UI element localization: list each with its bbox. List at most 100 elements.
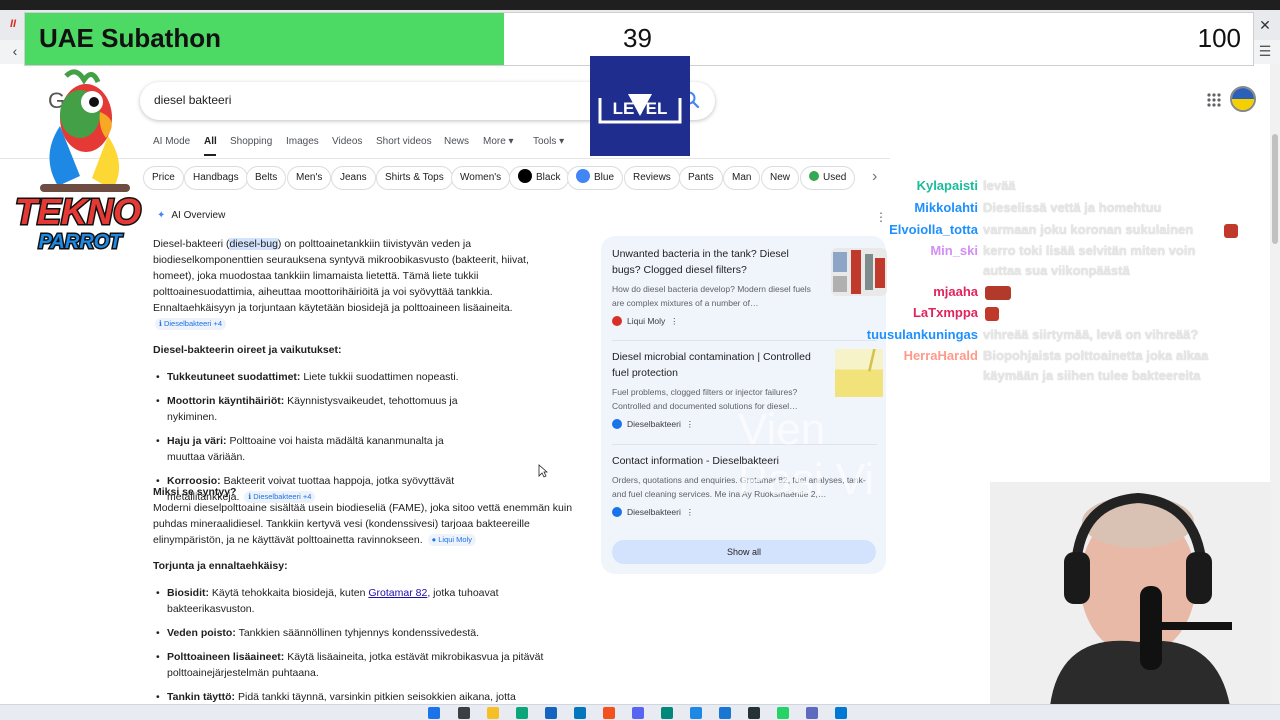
chat-username: Mikkolahti	[914, 200, 978, 215]
task-view-icon[interactable]	[458, 707, 470, 719]
section-heading-why: Miksi se syntyy?	[153, 486, 237, 498]
chat-message: Elvoiolla_totta varmaan joku koronan suk…	[0, 222, 1260, 242]
avatar-flag-blue	[1232, 88, 1254, 99]
list-item: Biosidit: Käytä tehokkaita biosidejä, ku…	[154, 585, 564, 617]
account-avatar[interactable]	[1230, 86, 1256, 112]
mouse-cursor-icon	[538, 464, 548, 478]
screen: II ‹ ✕ ☰ G diesel bakteeri AI Mode All S…	[0, 0, 1280, 720]
search-input[interactable]: diesel bakteeri	[154, 93, 231, 107]
prevention-list: Biosidit: Käytä tehokkaita biosidejä, ku…	[154, 585, 564, 705]
watermark-line: Pasi Vi	[738, 455, 875, 504]
subathon-goal: 100	[1197, 23, 1241, 53]
chat-message: Kylapaisti levää	[0, 178, 1260, 198]
list-item: Veden poisto: Tankkien säännöllinen tyhj…	[154, 625, 564, 641]
webcam-overlay	[990, 482, 1280, 706]
item-term: Polttoaineen lisäaineet:	[167, 651, 285, 663]
discord-icon[interactable]	[632, 707, 644, 719]
tab-all[interactable]: All	[204, 136, 217, 147]
avatar-flag-yellow	[1232, 99, 1254, 110]
close-button[interactable]: ✕	[1256, 16, 1274, 34]
more-vert-icon[interactable]: ⋮	[686, 507, 695, 517]
site-favicon-icon	[612, 418, 622, 429]
watermark-line: Vien	[738, 405, 826, 454]
store-icon[interactable]	[545, 707, 557, 719]
chat-text: levää	[983, 178, 1016, 193]
chat-text: kerro toki lisää selvitän miten voin	[983, 243, 1196, 258]
browser-menu-button[interactable]: ☰	[1256, 42, 1274, 60]
app-icon[interactable]	[574, 707, 586, 719]
chat-message: HerraHarald Biopohjaista polttoainetta j…	[0, 348, 1260, 368]
item-term: Biosidit:	[167, 587, 209, 599]
app-icon[interactable]	[690, 707, 702, 719]
file-explorer-icon[interactable]	[487, 707, 499, 719]
emote-icon	[1224, 224, 1238, 238]
level-logo-text: LEVEL	[613, 99, 668, 118]
emote-icon	[985, 286, 1011, 300]
tab-more[interactable]: More ▾	[483, 136, 514, 147]
obs-icon[interactable]	[748, 707, 760, 719]
chat-text: vihreää siirtymää, levä on vihreää?	[983, 327, 1199, 342]
chat-message: Min_ski kerro toki lisää selvitän miten …	[0, 243, 1260, 263]
tab-favicon[interactable]: II	[10, 18, 16, 30]
chat-message: käymään ja siihen tulee bakteereita	[0, 368, 1260, 388]
chat-text: auttaa sua viikonpäästä	[983, 263, 1130, 278]
chat-username: tuusulankuningas	[866, 327, 978, 342]
level-logo: LEVEL	[590, 56, 690, 156]
tab-videos[interactable]: Videos	[332, 136, 362, 147]
site-name: Dieselbakteeri	[627, 419, 681, 429]
chat-text: Biopohjaista polttoainetta joka alkaa	[983, 348, 1209, 363]
chat-message: LaTxmppa	[0, 305, 1260, 325]
windows-start-icon[interactable]	[428, 707, 440, 719]
source-site[interactable]: Dieselbakteeri ⋮	[612, 418, 695, 430]
apps-grid-icon[interactable]	[1206, 92, 1222, 108]
chat-username: mjaaha	[933, 284, 978, 299]
show-all-button[interactable]: Show all	[612, 540, 876, 564]
site-name: Dieselbakteeri	[627, 507, 681, 517]
vscode-icon[interactable]	[835, 707, 847, 719]
page-scrollbar[interactable]	[1270, 64, 1280, 704]
grotamar-link[interactable]: Grotamar 82	[368, 587, 427, 599]
back-button[interactable]: ‹	[6, 42, 24, 60]
chat-message: mjaaha	[0, 284, 1260, 304]
emote-icon	[985, 307, 999, 321]
item-text: Käytä tehokkaita biosidejä, kuten	[209, 587, 369, 599]
list-item: Polttoaineen lisäaineet: Käytä lisäainei…	[154, 649, 564, 681]
brave-browser-icon[interactable]	[603, 707, 615, 719]
item-term: Haju ja väri:	[167, 435, 227, 447]
chat-text: Dieselissä vettä ja homehtuu	[983, 200, 1162, 215]
item-term: Moottorin käyntihäiriöt:	[167, 395, 285, 407]
item-term: Veden poisto:	[167, 627, 236, 639]
chat-text: varmaan joku koronan sukulainen	[983, 222, 1194, 237]
section-heading-prevention: Torjunta ja ennaltaehkäisy:	[153, 560, 288, 572]
active-tab-indicator	[204, 154, 216, 156]
site-favicon-icon	[612, 506, 622, 517]
more-vert-icon[interactable]: ⋮	[686, 419, 695, 429]
item-text: Tankkien säännöllinen tyhjennys kondenss…	[235, 627, 480, 639]
source-site[interactable]: Dieselbakteeri ⋮	[612, 506, 695, 518]
whatsapp-icon[interactable]	[777, 707, 789, 719]
chat-message: Mikkolahti Dieselissä vettä ja homehtuu	[0, 200, 1260, 220]
watermark: Vien Pasi Vi	[738, 405, 874, 505]
tab-short-videos[interactable]: Short videos	[376, 136, 432, 147]
item-term: Tankin täyttö:	[167, 691, 236, 703]
tab-news[interactable]: News	[444, 136, 469, 147]
why-text: Moderni dieselpolttoaine sisältää usein …	[153, 502, 573, 546]
why-paragraph: Moderni dieselpolttoaine sisältää usein …	[153, 500, 573, 548]
app-icon[interactable]	[719, 707, 731, 719]
chat-username: Kylapaisti	[916, 178, 978, 193]
window-top-strip	[0, 0, 1280, 10]
chat-text: käymään ja siihen tulee bakteereita	[983, 368, 1201, 383]
item-text: Pidä tankki täynnä, varsinkin pitkien se…	[235, 691, 516, 703]
tab-shopping[interactable]: Shopping	[230, 136, 272, 147]
menu-icon: ☰	[1258, 43, 1272, 59]
scrollbar-thumb[interactable]	[1272, 134, 1278, 244]
citation-label: Liqui Moly	[438, 535, 472, 544]
app-icon[interactable]	[661, 707, 673, 719]
list-item: Haju ja väri: Polttoaine voi haista mädä…	[154, 433, 484, 465]
tab-images[interactable]: Images	[286, 136, 319, 147]
citation-chip[interactable]: ● Liqui Moly	[427, 534, 476, 546]
tab-tools[interactable]: Tools ▾	[533, 136, 564, 147]
edge-browser-icon[interactable]	[516, 707, 528, 719]
chat-username: LaTxmppa	[912, 305, 978, 320]
teams-icon[interactable]	[806, 707, 818, 719]
